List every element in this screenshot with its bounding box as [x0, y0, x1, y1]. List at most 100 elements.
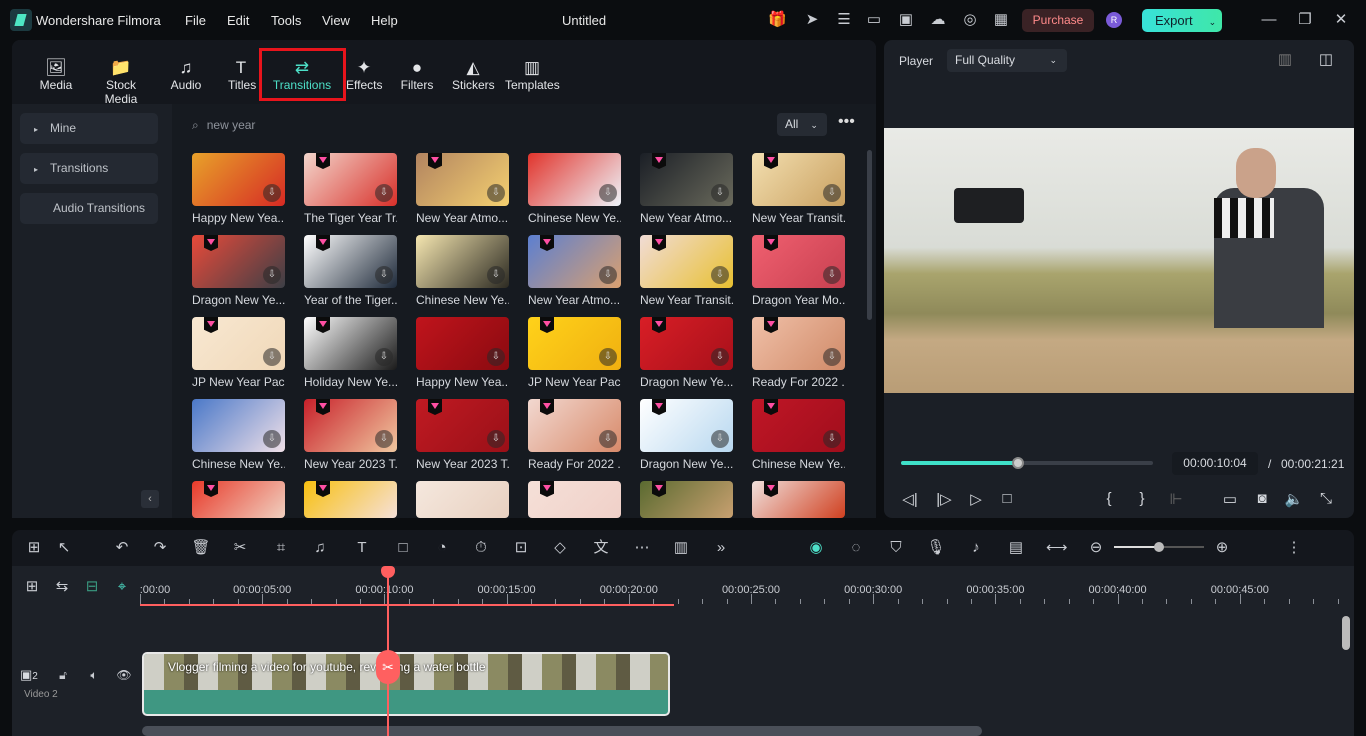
purchase-button[interactable]: Purchase — [1022, 9, 1094, 32]
mark-out-icon[interactable]: } — [1132, 490, 1152, 507]
download-icon[interactable]: ⇩ — [375, 430, 393, 448]
more-icon[interactable]: » — [711, 538, 731, 558]
timer-icon[interactable]: ⏱︎ — [471, 538, 491, 558]
menu-view[interactable]: View — [322, 13, 350, 28]
delete-icon[interactable]: 🗑︎ — [191, 538, 211, 558]
transition-item[interactable] — [192, 481, 285, 518]
zoom-slider[interactable] — [1114, 542, 1204, 552]
cut-icon[interactable]: ✂ — [230, 538, 250, 558]
current-time[interactable]: 00:00:10:04 — [1172, 452, 1258, 475]
add-track-icon[interactable]: ⊞ — [23, 578, 41, 596]
transition-item[interactable]: ⇩ Dragon New Ye... — [640, 399, 733, 471]
layout-icon[interactable]: ⊞ — [24, 538, 44, 558]
previous-frame-icon[interactable]: ◁| — [900, 490, 920, 508]
speed-icon[interactable]: ◔ — [432, 538, 452, 558]
crop-icon[interactable]: ⌗ — [271, 538, 291, 558]
transition-item[interactable]: ⇩ Dragon New Ye... — [192, 235, 285, 307]
filter-dropdown[interactable]: All ⌄ — [777, 113, 827, 136]
transition-item[interactable] — [416, 481, 509, 518]
keyframe-icon[interactable]: ◇ — [550, 538, 570, 558]
transition-item[interactable]: ⇩ Holiday New Ye... — [304, 317, 397, 389]
save-icon[interactable]: ▣ — [897, 11, 915, 29]
download-icon[interactable]: ⇩ — [375, 266, 393, 284]
menu-help[interactable]: Help — [371, 13, 398, 28]
grid-view-icon[interactable]: ▥ — [1276, 51, 1294, 69]
display-icon[interactable]: ▭ — [1220, 490, 1240, 508]
play-range-icon[interactable]: ◌ — [846, 538, 866, 558]
transition-item[interactable]: ⇩ Chinese New Ye... — [416, 235, 509, 307]
transition-item[interactable] — [304, 481, 397, 518]
download-icon[interactable]: ⇩ — [487, 184, 505, 202]
tab-stickers[interactable]: ◭ Stickers — [452, 40, 495, 104]
translate-icon[interactable]: 文 — [591, 538, 611, 558]
download-icon[interactable]: ⇩ — [823, 184, 841, 202]
download-icon[interactable]: ⇩ — [375, 348, 393, 366]
transition-item[interactable]: ⇩ New Year Atmo... — [640, 153, 733, 225]
menu-edit[interactable]: Edit — [227, 13, 249, 28]
transition-item[interactable]: ⇩ New Year 2023 T... — [416, 399, 509, 471]
voice-icon[interactable]: ▥ — [671, 538, 691, 558]
transition-item[interactable]: ⇩ Chinese New Ye... — [192, 399, 285, 471]
apps-icon[interactable]: ▦ — [992, 11, 1010, 29]
timeline-hscrollbar[interactable] — [142, 726, 982, 736]
tab-stock-media[interactable]: 📁 Stock Media — [88, 40, 154, 106]
more-options-icon[interactable]: ••• — [838, 113, 855, 131]
sidebar-item-mine[interactable]: ▸ Mine — [20, 113, 158, 144]
headset-icon[interactable]: ◎ — [961, 11, 979, 29]
transition-item[interactable]: ⇩ Happy New Yea... — [192, 153, 285, 225]
caption-icon[interactable]: ⋯ — [632, 538, 652, 558]
audio-icon[interactable]: ♫ — [310, 538, 330, 558]
transition-item[interactable]: ⇩ The Tiger Year Tr... — [304, 153, 397, 225]
download-icon[interactable]: ⇩ — [263, 430, 281, 448]
insert-icon[interactable]: ⊩ — [1166, 490, 1186, 508]
transition-item[interactable]: ⇩ New Year Atmo... — [416, 153, 509, 225]
video-clip[interactable]: Vlogger filming a video for youtube, rev… — [142, 652, 670, 716]
download-icon[interactable]: ⇩ — [711, 348, 729, 366]
snapshot-icon[interactable]: ◙ — [1252, 490, 1272, 507]
avatar[interactable]: R — [1106, 12, 1122, 28]
redo-icon[interactable]: ↷ — [150, 538, 170, 558]
waveform-icon[interactable]: ◫ — [1317, 51, 1335, 69]
grid-scrollbar[interactable] — [867, 150, 872, 320]
work-area-bar[interactable] — [140, 604, 674, 606]
transition-item[interactable]: ⇩ Chinese New Ye... — [528, 153, 621, 225]
collapse-sidebar-button[interactable]: ‹ — [141, 490, 159, 508]
music-icon[interactable]: ♪ — [966, 538, 986, 558]
menu-tools[interactable]: Tools — [271, 13, 301, 28]
transition-item[interactable]: ⇩ Ready For 2022 ... — [528, 399, 621, 471]
transition-item[interactable]: ⇩ New Year Transit... — [640, 235, 733, 307]
download-icon[interactable]: ⇩ — [823, 266, 841, 284]
lock-icon[interactable]: 🔓︎ — [54, 666, 72, 684]
download-icon[interactable]: ⇩ — [487, 348, 505, 366]
ai-robot-icon[interactable]: ◉ — [806, 538, 826, 558]
transition-item[interactable]: ⇩ Dragon New Ye... — [640, 317, 733, 389]
layout-icon[interactable]: ▭ — [865, 11, 883, 29]
text-icon[interactable]: T — [352, 538, 372, 558]
tab-effects[interactable]: ✦ Effects — [346, 40, 382, 104]
link-icon[interactable]: ⇆ — [53, 578, 71, 596]
download-icon[interactable]: ⇩ — [487, 266, 505, 284]
fullscreen-icon[interactable]: ⤡ — [1316, 490, 1336, 507]
scissors-icon[interactable]: ✂ — [376, 650, 400, 684]
select-icon[interactable]: ↖ — [54, 538, 74, 558]
transition-item[interactable] — [752, 481, 845, 518]
download-icon[interactable]: ⇩ — [599, 430, 617, 448]
transition-item[interactable]: ⇩ Ready For 2022 ... — [752, 317, 845, 389]
render-icon[interactable]: ▤ — [1006, 538, 1026, 558]
transition-item[interactable] — [528, 481, 621, 518]
minimize-icon[interactable]: — — [1260, 11, 1278, 29]
shape-icon[interactable]: □ — [393, 538, 413, 558]
transition-item[interactable] — [640, 481, 733, 518]
tab-titles[interactable]: T Titles — [228, 40, 256, 104]
mute-icon[interactable]: 🔈︎ — [85, 666, 103, 684]
search-input[interactable]: ⌕ new year — [192, 114, 742, 136]
playback-progress[interactable] — [901, 457, 1153, 469]
volume-icon[interactable]: 🔈 — [1284, 490, 1304, 508]
download-icon[interactable]: ⇩ — [711, 430, 729, 448]
zoom-in-icon[interactable]: ⊕ — [1212, 538, 1232, 558]
download-icon[interactable]: ⇩ — [599, 348, 617, 366]
undo-icon[interactable]: ↶ — [112, 538, 132, 558]
transition-item[interactable]: ⇩ New Year 2023 T... — [304, 399, 397, 471]
sidebar-item-audio-transitions[interactable]: Audio Transitions — [20, 193, 158, 224]
play-icon[interactable]: ▷ — [966, 490, 986, 508]
